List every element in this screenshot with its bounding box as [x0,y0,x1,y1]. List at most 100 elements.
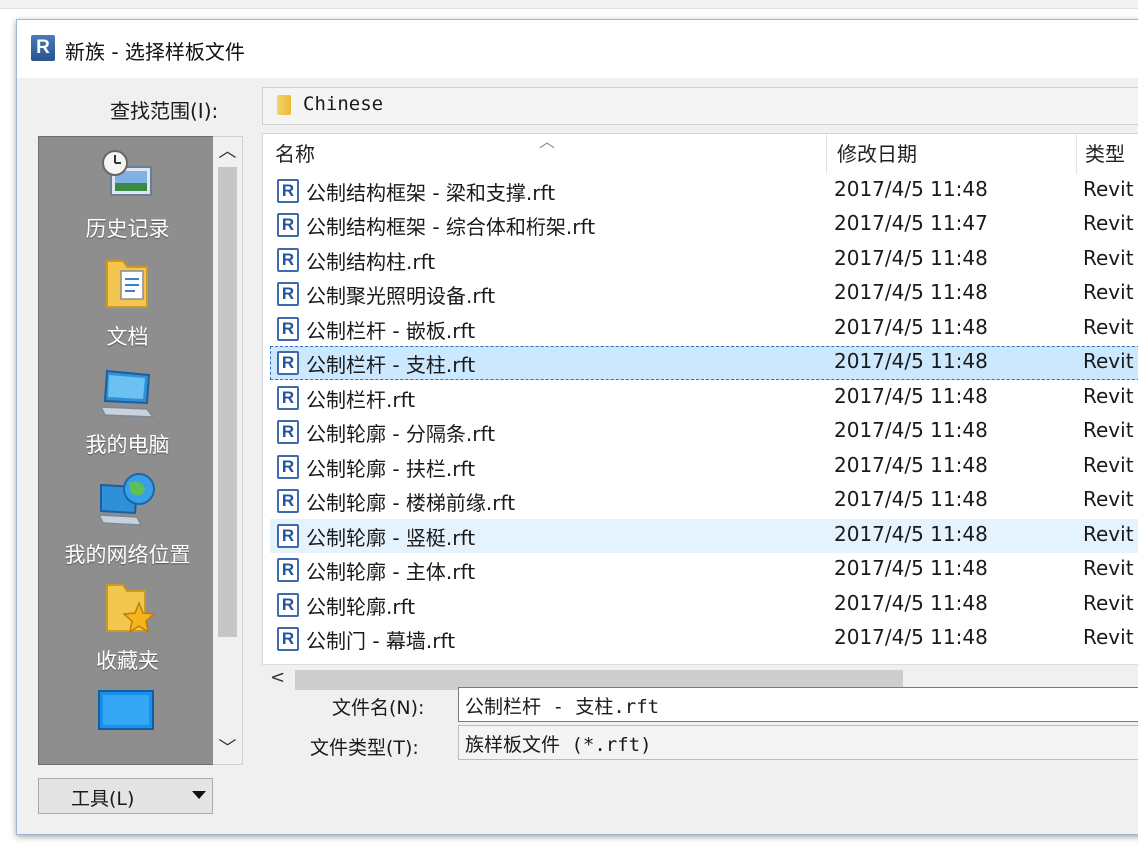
file-date: 2017/4/5 11:48 [834,280,988,304]
revit-file-icon: R [277,386,299,410]
documents-folder-icon [106,260,148,308]
file-type: Revit [1083,315,1134,339]
file-name: 公制轮廓 - 楼梯前缘.rft [306,491,516,515]
file-name: 公制结构柱.rft [306,250,436,274]
file-name-label: 文件名(N): [332,697,425,719]
place-label-computer: 我的电脑 [85,433,170,457]
file-type: Revit [1083,556,1134,580]
places-scrollbar[interactable]: ︿ ﹀ [213,136,243,765]
file-date: 2017/4/5 11:48 [834,453,988,477]
places-scroll-thumb[interactable] [218,167,237,637]
title-bar[interactable]: R 新族 - 选择样板文件 [17,20,1138,78]
place-label-favorites: 收藏夹 [96,649,159,673]
place-history[interactable]: 历史记录 [39,145,216,245]
file-date: 2017/4/5 11:48 [834,177,988,201]
file-row-hover[interactable]: R 公制轮廓 - 竖梃.rft 2017/4/5 11:48 Revit [270,519,1138,553]
scroll-down-icon[interactable]: ﹀ [213,734,242,764]
file-date: 2017/4/5 11:48 [834,487,988,511]
file-date: 2017/4/5 11:48 [834,246,988,270]
file-row[interactable]: R 公制轮廓 - 楼梯前缘.rft 2017/4/5 11:48 Revit [270,484,1138,518]
revit-file-icon: R [277,248,299,272]
file-type: Revit [1083,591,1134,615]
tools-label: 工具(L) [71,788,135,810]
file-row[interactable]: R 公制轮廓 - 主体.rft 2017/4/5 11:48 Revit [270,553,1138,587]
new-family-dialog: R 新族 - 选择样板文件 查找范围(I): Chinese 历史记录 文档 我… [16,19,1138,835]
file-name-field[interactable]: 公制栏杆 - 支柱.rft [458,687,1138,722]
computer-icon [99,369,155,418]
file-row[interactable]: R 公制结构框架 - 综合体和桁架.rft 2017/4/5 11:47 Rev… [270,208,1138,242]
file-type: Revit [1083,246,1134,270]
file-date: 2017/4/5 11:48 [834,591,988,615]
file-row[interactable]: R 公制轮廓 - 分隔条.rft 2017/4/5 11:48 Revit [270,415,1138,449]
revit-app-icon: R [31,35,55,61]
column-header-date[interactable]: 修改日期 [837,134,917,174]
file-type: Revit [1083,453,1134,477]
file-date: 2017/4/5 11:48 [834,349,988,373]
file-name: 公制轮廓.rft [306,595,416,619]
background-window-edge [0,0,1138,9]
desktop-icon [98,690,154,730]
sort-ascending-icon: ︿ [539,133,556,151]
place-favorites[interactable]: 收藏夹 [39,577,216,677]
file-name: 公制门 - 幕墙.rft [306,629,456,653]
history-icon [102,150,152,196]
file-type-dropdown[interactable]: 族样板文件 (*.rft) [458,725,1138,760]
revit-file-icon: R [277,351,299,375]
file-row[interactable]: R 公制轮廓.rft 2017/4/5 11:48 Revit [270,588,1138,622]
file-type: Revit [1083,177,1134,201]
file-name: 公制轮廓 - 主体.rft [306,560,476,584]
dialog-title: 新族 - 选择样板文件 [65,40,245,64]
file-type-label: 文件类型(T): [310,737,419,759]
file-name: 公制轮廓 - 竖梃.rft [306,526,476,550]
revit-file-icon: R [277,627,299,651]
file-type: Revit [1083,418,1134,442]
file-name: 公制结构框架 - 综合体和桁架.rft [306,215,596,239]
file-date: 2017/4/5 11:48 [834,556,988,580]
revit-file-icon: R [277,524,299,548]
place-label-network: 我的网络位置 [64,543,191,567]
place-desktop[interactable] [39,685,216,764]
file-row[interactable]: R 公制结构框架 - 梁和支撑.rft 2017/4/5 11:48 Revit [270,174,1138,208]
favorites-folder-icon [106,584,156,634]
look-in-dropdown[interactable]: Chinese [262,87,1138,125]
file-name-value: 公制栏杆 - 支柱.rft [465,696,660,718]
file-name: 公制结构框架 - 梁和支撑.rft [306,181,556,205]
file-list: ︿ 名称 修改日期 类型 R 公制结构框架 - 梁和支撑.rft 2017/4/… [262,133,1138,680]
place-label-documents: 文档 [106,325,149,349]
file-row-selected[interactable]: R 公制栏杆 - 支柱.rft 2017/4/5 11:48 Revit [270,346,1138,380]
scroll-left-icon[interactable]: < [270,667,285,688]
revit-file-icon: R [277,455,299,479]
file-type: Revit [1083,522,1134,546]
network-icon [97,473,155,526]
file-name: 公制聚光照明设备.rft [306,284,496,308]
file-row[interactable]: R 公制栏杆.rft 2017/4/5 11:48 Revit [270,381,1138,415]
folder-icon [277,95,291,115]
file-type: Revit [1083,211,1134,235]
place-computer[interactable]: 我的电脑 [39,363,216,463]
file-type: Revit [1083,384,1134,408]
look-in-label: 查找范围(I): [110,99,219,123]
file-row[interactable]: R 公制聚光照明设备.rft 2017/4/5 11:48 Revit [270,277,1138,311]
file-date: 2017/4/5 11:48 [834,625,988,649]
revit-file-icon: R [277,489,299,513]
place-network[interactable]: 我的网络位置 [39,469,216,569]
file-row[interactable]: R 公制门 - 幕墙.rft 2017/4/5 11:48 Revit [270,622,1138,656]
file-row[interactable]: R 公制轮廓 - 扶栏.rft 2017/4/5 11:48 Revit [270,450,1138,484]
column-divider[interactable] [826,134,827,174]
column-header-type[interactable]: 类型 [1085,134,1125,174]
file-date: 2017/4/5 11:48 [834,384,988,408]
file-row[interactable]: R 公制结构柱.rft 2017/4/5 11:48 Revit [270,243,1138,277]
scroll-up-icon[interactable]: ︿ [213,137,242,167]
file-date: 2017/4/5 11:48 [834,418,988,442]
place-documents[interactable]: 文档 [39,253,216,353]
tools-button[interactable]: 工具(L) [38,778,213,814]
file-type: Revit [1083,280,1134,304]
file-row[interactable]: R 公制栏杆 - 嵌板.rft 2017/4/5 11:48 Revit [270,312,1138,346]
file-name: 公制轮廓 - 扶栏.rft [306,457,476,481]
dropdown-arrow-icon [192,791,206,799]
revit-file-icon: R [277,558,299,582]
column-header-name[interactable]: 名称 [275,134,315,174]
column-divider[interactable] [1076,134,1077,174]
revit-file-icon: R [277,213,299,237]
file-date: 2017/4/5 11:47 [834,211,988,235]
